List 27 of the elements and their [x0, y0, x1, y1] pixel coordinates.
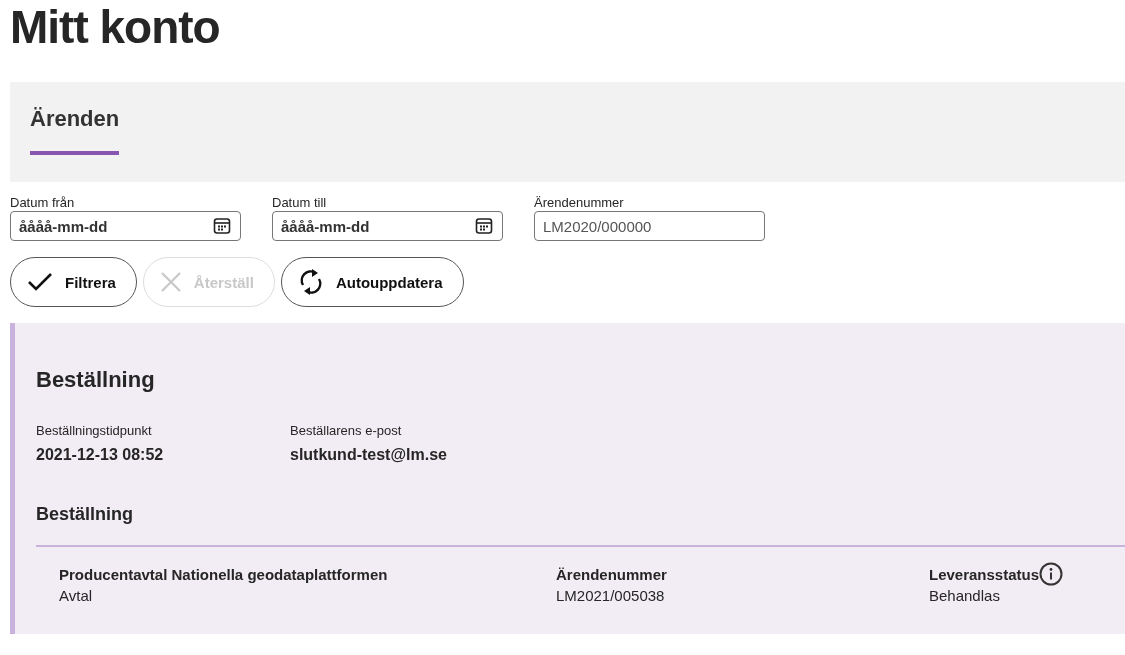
- item-value: Behandlas: [929, 587, 1001, 604]
- date-field[interactable]: åååå-mm-dd: [272, 211, 503, 241]
- field-label: Beställarens e-post: [290, 423, 403, 438]
- item-label: Leveransstatus: [929, 565, 1040, 583]
- page-title: Mitt konto: [10, 0, 221, 52]
- close-icon: [159, 271, 182, 293]
- field-value: 2021-12-13 08:52: [36, 446, 165, 464]
- tab[interactable]: Ärenden: [30, 106, 120, 155]
- item-label: Producentavtal Nationella geodataplattformen: [59, 565, 388, 583]
- date-field[interactable]: åååå-mm-dd: [10, 211, 241, 241]
- action-button[interactable]: Autouppdatera: [280, 257, 464, 307]
- checkmark-icon: [27, 272, 53, 292]
- field-label: Beställningstidpunkt: [36, 423, 153, 438]
- item-label: Ärendenummer: [556, 565, 667, 583]
- info-icon[interactable]: [1039, 562, 1064, 586]
- field-label: Datum till: [272, 194, 328, 211]
- calendar-icon[interactable]: [475, 217, 493, 235]
- field-label: Ärendenummer: [534, 194, 625, 211]
- section-title: Beställning: [36, 504, 1125, 547]
- action-button[interactable]: Filtrera: [10, 257, 137, 307]
- field-value: slutkund-test@lm.se: [290, 446, 448, 464]
- card-title: Beställning: [36, 367, 156, 393]
- input-field[interactable]: LM2020/000000: [534, 211, 765, 241]
- field-label: Datum från: [10, 194, 76, 211]
- item-value: Avtal: [59, 587, 94, 604]
- calendar-icon[interactable]: [213, 217, 231, 235]
- item-value: LM2021/005038: [556, 587, 666, 604]
